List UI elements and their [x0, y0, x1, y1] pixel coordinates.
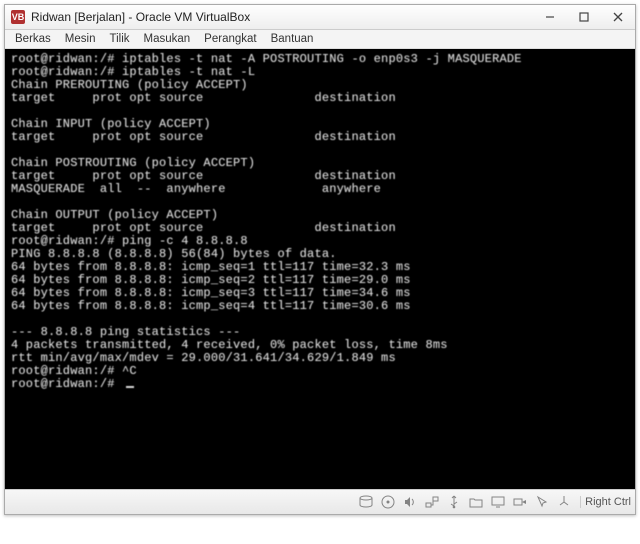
- menu-tilik[interactable]: Tilik: [103, 31, 135, 47]
- term-line: 64 bytes from 8.8.8.8: icmp_seq=3 ttl=11…: [11, 286, 411, 300]
- menu-berkas[interactable]: Berkas: [9, 31, 57, 47]
- hostkey-icon[interactable]: [556, 494, 572, 510]
- harddisk-icon[interactable]: [358, 494, 374, 510]
- menu-bantuan[interactable]: Bantuan: [265, 31, 320, 47]
- term-line: target prot opt source destination: [11, 221, 396, 235]
- cursor: [126, 386, 134, 388]
- mouse-integration-icon[interactable]: [534, 494, 550, 510]
- optical-icon[interactable]: [380, 494, 396, 510]
- app-icon: VB: [11, 10, 25, 24]
- term-prompt: root@ridwan:/#: [11, 377, 122, 391]
- term-line: PING 8.8.8.8 (8.8.8.8) 56(84) bytes of d…: [11, 247, 337, 261]
- term-line: target prot opt source destination: [11, 130, 396, 144]
- network-icon[interactable]: [424, 494, 440, 510]
- term-line: 4 packets transmitted, 4 received, 0% pa…: [11, 338, 448, 352]
- term-line: root@ridwan:/# iptables -t nat -L: [11, 65, 255, 79]
- terminal-output: root@ridwan:/# iptables -t nat -A POSTRO…: [11, 53, 629, 391]
- term-line: 64 bytes from 8.8.8.8: icmp_seq=4 ttl=11…: [11, 299, 411, 313]
- menu-perangkat[interactable]: Perangkat: [198, 31, 262, 47]
- usb-icon[interactable]: [446, 494, 462, 510]
- term-line: --- 8.8.8.8 ping statistics ---: [11, 325, 240, 339]
- shared-folder-icon[interactable]: [468, 494, 484, 510]
- menu-masukan[interactable]: Masukan: [138, 31, 197, 47]
- term-line: Chain POSTROUTING (policy ACCEPT): [11, 156, 255, 170]
- term-line: root@ridwan:/# ^C: [11, 364, 137, 378]
- term-line: Chain INPUT (policy ACCEPT): [11, 117, 211, 131]
- terminal[interactable]: root@ridwan:/# iptables -t nat -A POSTRO…: [5, 49, 635, 489]
- term-line: MASQUERADE all -- anywhere anywhere: [11, 182, 381, 196]
- hostkey-label: Right Ctrl: [580, 496, 631, 508]
- term-line: root@ridwan:/# iptables -t nat -A POSTRO…: [11, 52, 522, 66]
- term-line: rtt min/avg/max/mdev = 29.000/31.641/34.…: [11, 351, 396, 365]
- window-buttons: [533, 5, 635, 29]
- term-line: target prot opt source destination: [11, 91, 396, 105]
- menubar: Berkas Mesin Tilik Masukan Perangkat Ban…: [5, 30, 635, 49]
- virtualbox-window: VB Ridwan [Berjalan] - Oracle VM Virtual…: [4, 4, 636, 515]
- maximize-button[interactable]: [567, 5, 601, 29]
- term-line: Chain OUTPUT (policy ACCEPT): [11, 208, 218, 222]
- close-button[interactable]: [601, 5, 635, 29]
- statusbar: Right Ctrl: [5, 489, 635, 514]
- term-line: Chain PREROUTING (policy ACCEPT): [11, 78, 248, 92]
- recording-icon[interactable]: [512, 494, 528, 510]
- term-line: root@ridwan:/# ping -c 4 8.8.8.8: [11, 234, 248, 248]
- term-line: 64 bytes from 8.8.8.8: icmp_seq=1 ttl=11…: [11, 260, 411, 274]
- audio-icon[interactable]: [402, 494, 418, 510]
- minimize-button[interactable]: [533, 5, 567, 29]
- term-line: target prot opt source destination: [11, 169, 396, 183]
- window-title: Ridwan [Berjalan] - Oracle VM VirtualBox: [31, 10, 533, 24]
- display-icon[interactable]: [490, 494, 506, 510]
- titlebar[interactable]: VB Ridwan [Berjalan] - Oracle VM Virtual…: [5, 5, 635, 30]
- term-line: 64 bytes from 8.8.8.8: icmp_seq=2 ttl=11…: [11, 273, 411, 287]
- menu-mesin[interactable]: Mesin: [59, 31, 102, 47]
